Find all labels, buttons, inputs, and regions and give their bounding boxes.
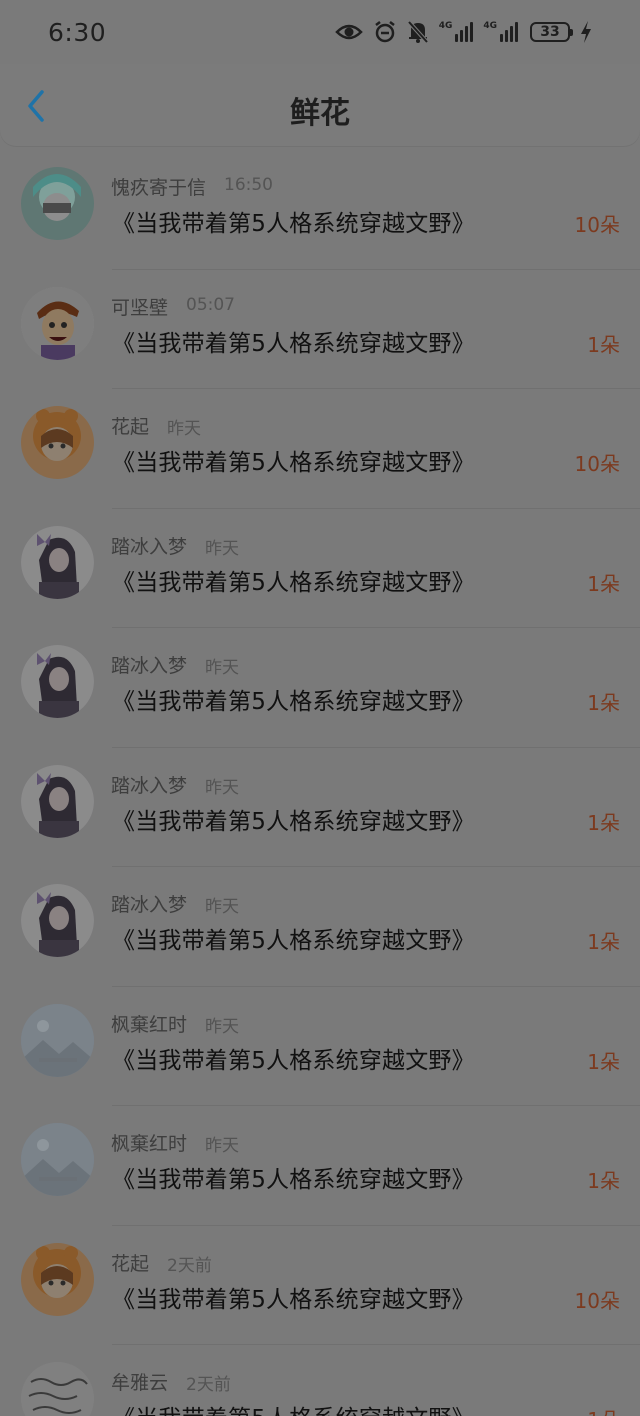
list-item[interactable]: 花起 昨天《当我带着第5人格系统穿越文野》 10朵 xyxy=(0,389,640,509)
anime-avatar-butterfly xyxy=(21,884,94,957)
book-title: 《当我带着第5人格系统穿越文野》 xyxy=(112,569,475,596)
timestamp: 2天前 xyxy=(167,1255,212,1276)
timestamp: 昨天 xyxy=(205,777,239,798)
book-title: 《当我带着第5人格系统穿越文野》 xyxy=(112,330,475,357)
book-title: 《当我带着第5人格系统穿越文野》 xyxy=(112,1399,475,1416)
avatar[interactable] xyxy=(21,1242,94,1316)
username[interactable]: 踏冰入梦 xyxy=(111,771,187,798)
timestamp: 昨天 xyxy=(205,897,239,917)
anime-avatar-butterfly xyxy=(21,764,94,838)
status-time: 6:30 xyxy=(48,17,107,47)
book-title: 《当我带着第5人格系统穿越文野》 xyxy=(112,1167,475,1193)
flower-count: 1朵 xyxy=(587,691,620,715)
book-title: 《当我带着第5人格系统穿越文野》 xyxy=(112,928,475,954)
timestamp: 昨天 xyxy=(205,658,239,678)
book-title: 《当我带着第5人格系统穿越文野》 xyxy=(112,211,475,237)
book-title: 《当我带着第5人格系统穿越文野》 xyxy=(112,1286,475,1313)
username[interactable]: 枫棄红时 xyxy=(111,1010,187,1037)
avatar[interactable] xyxy=(21,884,94,957)
username[interactable]: 愧疚寄于信 xyxy=(111,173,206,200)
bell-off-icon xyxy=(407,20,429,44)
flower-list: 愧疚寄于信 16:50 《当我带着第5人格系统穿越文野》 10朵 可坚壁 05:07 《当我… xyxy=(0,150,640,1416)
flower-count: 1朵 xyxy=(587,1404,620,1416)
book-title: 《当我带着第5人格系统穿越文野》 xyxy=(112,808,475,835)
list-item[interactable]: 踏冰入梦 昨天《当我带着第5人格系统穿越文野》 1朵 xyxy=(0,509,640,628)
book-title: 《当我带着第5人格系统穿越文野》 xyxy=(112,450,475,476)
username[interactable]: 踏冰入梦 xyxy=(111,890,187,917)
list-item[interactable]: 愧疚寄于信 16:50 《当我带着第5人格系统穿越文野》 10朵 xyxy=(0,150,640,270)
page-title: 鲜花 xyxy=(290,96,350,131)
battery-level: 33 xyxy=(540,24,560,40)
status-bar: 6:30 4G 4G 33 xyxy=(0,0,640,64)
flower-count: 1朵 xyxy=(587,571,620,596)
username[interactable]: 踏冰入梦 xyxy=(111,651,187,678)
timestamp: 2天前 xyxy=(186,1375,231,1395)
username[interactable]: 牟雅云 xyxy=(111,1368,168,1395)
avatar[interactable] xyxy=(21,1362,94,1416)
list-item[interactable]: 枫棄红时 昨天《当我带着第5人格系统穿越文野》 1朵 xyxy=(0,1106,640,1226)
avatar[interactable] xyxy=(21,1003,94,1077)
avatar[interactable] xyxy=(21,286,94,360)
avatar[interactable] xyxy=(21,645,94,718)
list-item[interactable]: 枫棄红时 昨天《当我带着第5人格系统穿越文野》 1朵 xyxy=(0,987,640,1106)
anime-avatar-teal xyxy=(21,167,94,240)
timestamp: 昨天 xyxy=(205,538,239,559)
username[interactable]: 枫棄红时 xyxy=(111,1129,187,1156)
flower-count: 1朵 xyxy=(587,930,620,954)
handwriting-avatar xyxy=(21,1362,94,1416)
anime-avatar-bear-hood xyxy=(21,406,94,479)
list-item[interactable]: 踏冰入梦 昨天《当我带着第5人格系统穿越文野》 1朵 xyxy=(0,867,640,987)
flower-count: 10朵 xyxy=(574,213,620,237)
list-item[interactable]: 花起 2天前《当我带着第5人格系统穿越文野》 10朵 xyxy=(0,1226,640,1345)
signal-4g-icon: 4G xyxy=(439,22,474,42)
eye-icon xyxy=(334,22,363,42)
avatar[interactable] xyxy=(21,167,94,240)
charging-icon xyxy=(580,21,592,43)
timestamp: 昨天 xyxy=(205,1016,239,1037)
flower-count: 10朵 xyxy=(574,1288,620,1313)
book-title: 《当我带着第5人格系统穿越文野》 xyxy=(112,1047,475,1074)
flower-count: 1朵 xyxy=(587,1169,620,1193)
username[interactable]: 花起 xyxy=(111,1249,149,1276)
book-title: 《当我带着第5人格系统穿越文野》 xyxy=(112,689,475,715)
flower-count: 1朵 xyxy=(587,1049,620,1074)
signal-4g-icon: 4G xyxy=(483,22,518,42)
flower-count: 10朵 xyxy=(574,452,620,476)
anime-avatar-bear-hood xyxy=(21,1242,94,1316)
placeholder-image-avatar xyxy=(21,1003,94,1077)
avatar[interactable] xyxy=(21,1123,94,1196)
status-icons: 4G 4G 33 xyxy=(334,20,592,44)
avatar[interactable] xyxy=(21,525,94,599)
username[interactable]: 可坚壁 xyxy=(111,293,168,320)
battery-indicator: 33 xyxy=(530,22,573,42)
placeholder-image-avatar xyxy=(21,1123,94,1196)
flower-count: 1朵 xyxy=(587,332,620,357)
anime-avatar-butterfly xyxy=(21,525,94,599)
avatar[interactable] xyxy=(21,764,94,838)
list-item[interactable]: 踏冰入梦 昨天《当我带着第5人格系统穿越文野》 1朵 xyxy=(0,628,640,748)
nav-bar: 鲜花 xyxy=(0,64,640,146)
timestamp: 昨天 xyxy=(205,1136,239,1156)
username[interactable]: 踏冰入梦 xyxy=(111,532,187,559)
list-item[interactable]: 牟雅云 2天前《当我带着第5人格系统穿越文野》 1朵 xyxy=(0,1345,640,1416)
list-item[interactable]: 可坚壁 05:07 《当我带着第5人格系统穿越文野》 1朵 xyxy=(0,270,640,389)
alarm-icon xyxy=(373,20,397,44)
anime-avatar-butterfly xyxy=(21,645,94,718)
avatar[interactable] xyxy=(21,406,94,479)
timestamp: 05:07 xyxy=(186,294,235,315)
username[interactable]: 花起 xyxy=(111,412,149,439)
timestamp: 昨天 xyxy=(167,419,201,439)
flower-count: 1朵 xyxy=(587,810,620,835)
timestamp: 16:50 xyxy=(224,175,273,195)
cartoon-avatar xyxy=(21,286,94,360)
list-item[interactable]: 踏冰入梦 昨天《当我带着第5人格系统穿越文野》 1朵 xyxy=(0,748,640,867)
